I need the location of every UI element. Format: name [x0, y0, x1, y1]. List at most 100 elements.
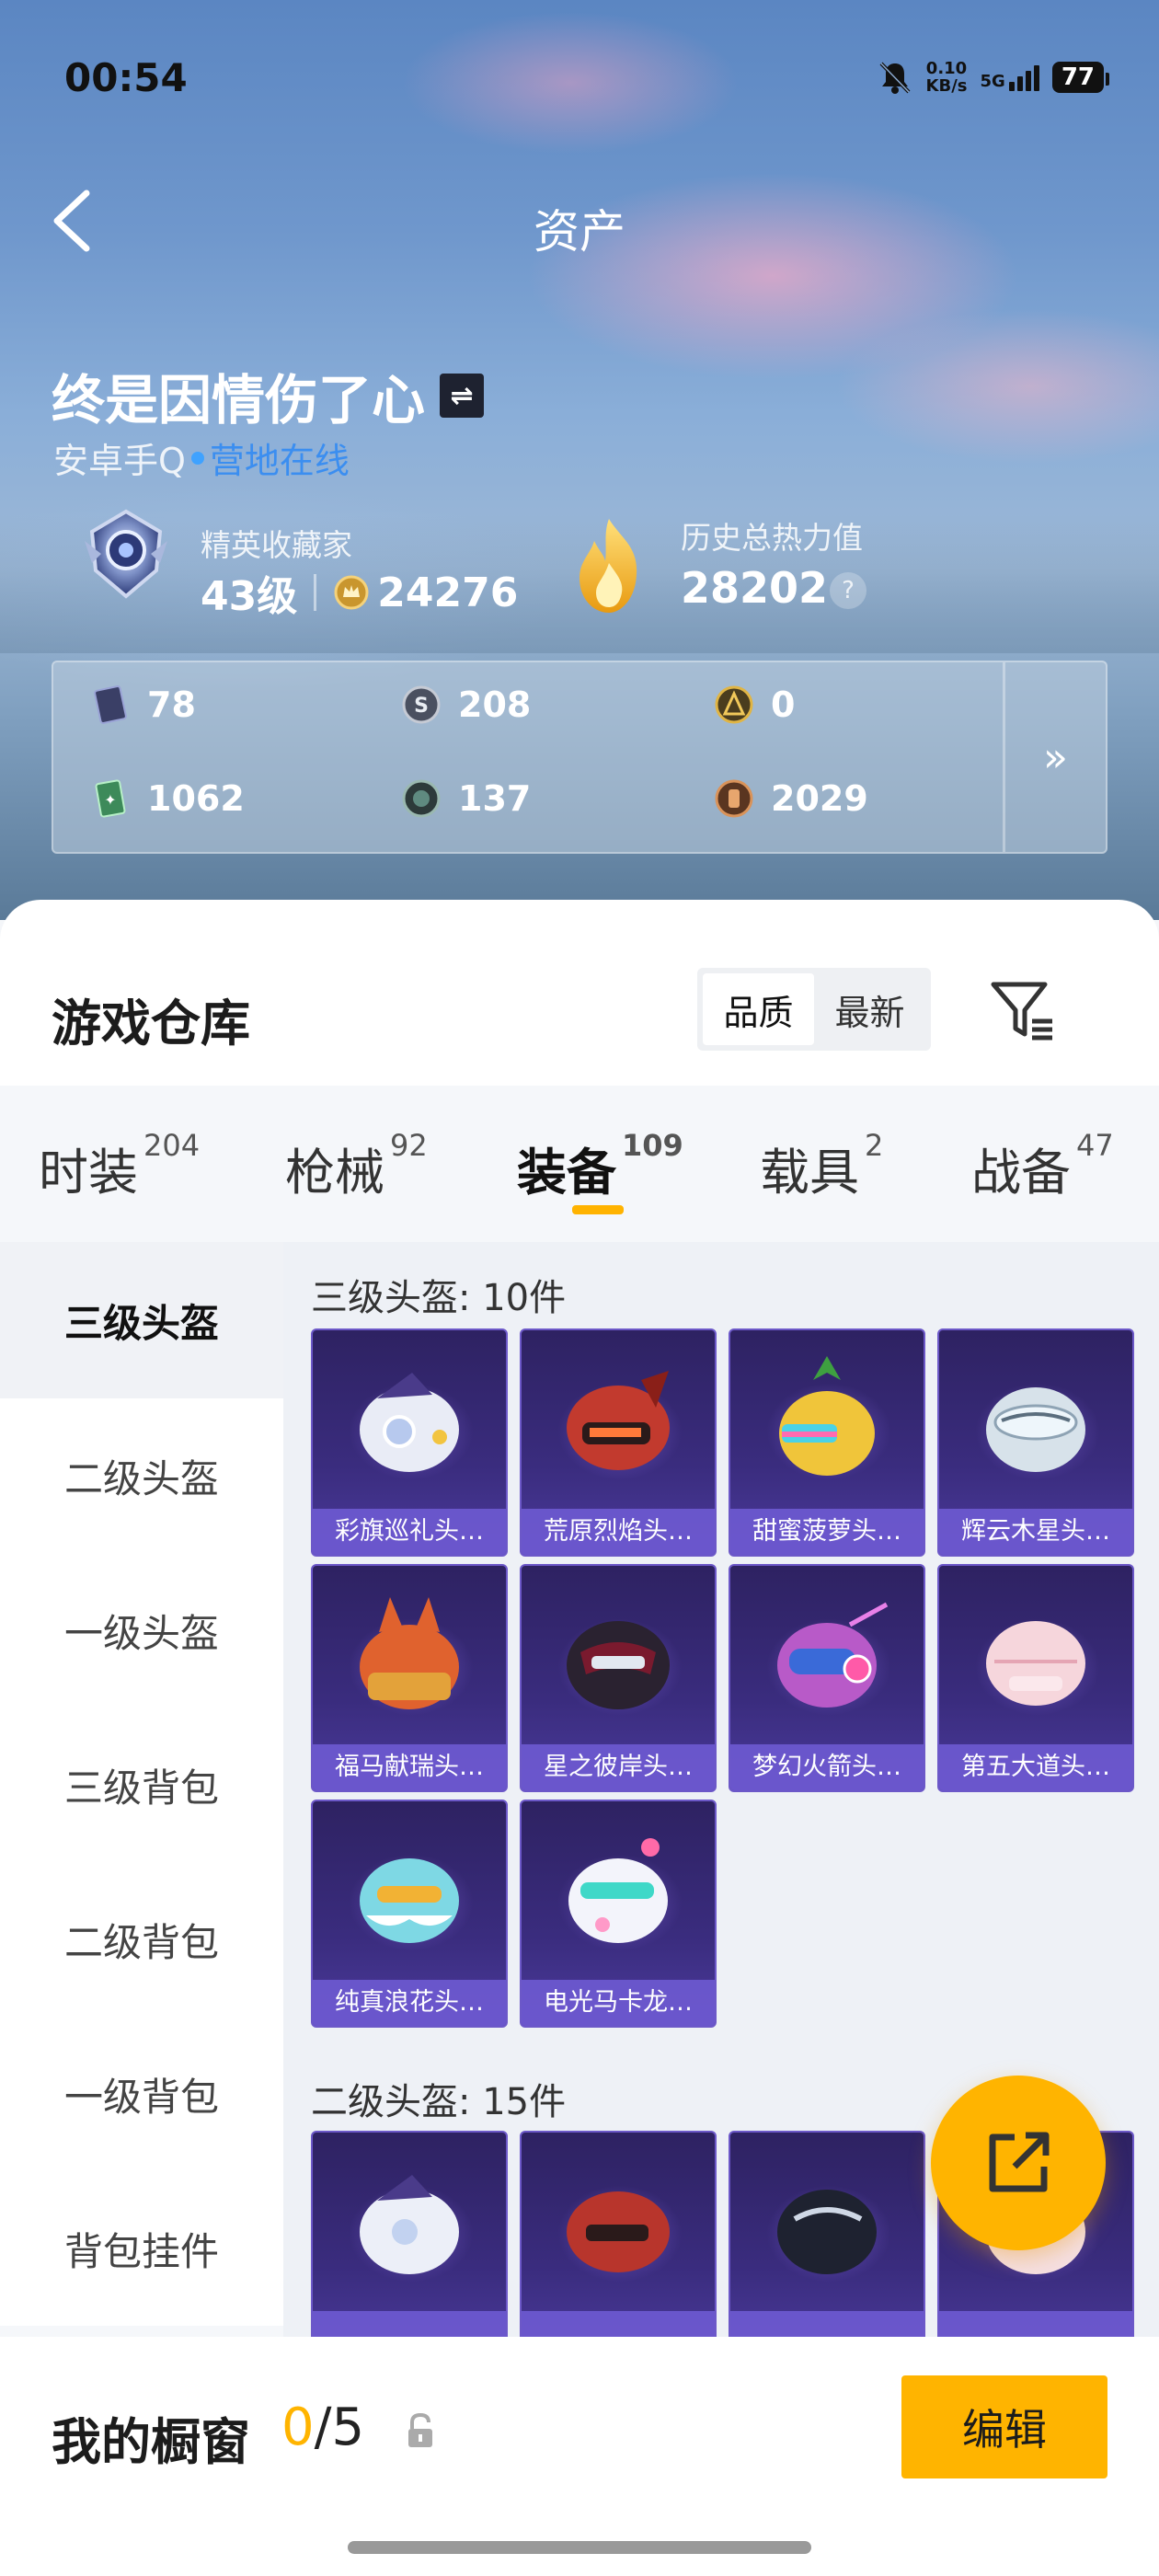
item-tile[interactable]: 彩旗巡礼头…	[311, 1328, 508, 1557]
item-name: 电光马卡龙…	[522, 1980, 715, 2026]
sidebar-item-level3-helmet[interactable]: 三级头盔	[0, 1242, 283, 1398]
user-name: 终是因情伤了心	[52, 369, 426, 431]
item-tile[interactable]: 电光马卡龙…	[520, 1800, 717, 2028]
item-tile[interactable]: 辉云木星头…	[937, 1328, 1134, 1557]
item-tile[interactable]	[520, 2131, 717, 2359]
item-tile[interactable]	[729, 2131, 925, 2359]
tab-equipment[interactable]: 装备 109	[517, 1128, 683, 1204]
silver-coin-icon: S	[402, 685, 441, 724]
sort-newest-button[interactable]: 最新	[814, 973, 925, 1045]
online-dot-icon	[190, 451, 204, 465]
item-name: 荒原烈焰头…	[522, 1509, 715, 1555]
sidebar-item-level3-backpack[interactable]: 三级背包	[0, 1708, 283, 1862]
helmet-icon	[986, 1387, 1085, 1472]
sidebar-item-backpack-pendant[interactable]: 背包挂件	[0, 2171, 283, 2326]
net-speed: 0.10 KB/s	[925, 59, 968, 96]
switch-account-icon[interactable]: ⇌	[440, 374, 485, 418]
status-bar: 00:54 0.10 KB/s 5G 77	[64, 55, 1110, 101]
item-tile[interactable]: 甜蜜菠萝头…	[729, 1328, 925, 1557]
active-tab-indicator	[572, 1205, 624, 1214]
sidebar-item-level2-helmet[interactable]: 二级头盔	[0, 1398, 283, 1553]
share-icon	[989, 2132, 1050, 2192]
helmet-icon	[986, 1621, 1085, 1706]
currency-item: 78	[90, 684, 196, 725]
mute-bell-icon	[879, 62, 910, 94]
rank-level: 43级	[201, 573, 298, 620]
helmet-icon	[360, 1597, 459, 1709]
warehouse-card: 游戏仓库 品质 最新 时装 204 枪械 92 装备 109 载具 2 战备 47 三级头…	[0, 900, 1159, 2576]
home-indicator[interactable]	[348, 2541, 811, 2554]
crown-coin-icon	[334, 575, 369, 610]
svg-text:✦: ✦	[104, 791, 116, 809]
helmet-icon	[779, 1356, 875, 1476]
divider	[314, 574, 317, 611]
sidebar-item-level1-backpack[interactable]: 一级背包	[0, 2017, 283, 2171]
item-tile[interactable]: 荒原烈焰头…	[520, 1328, 717, 1557]
item-tile[interactable]: 第五大道头…	[937, 1564, 1134, 1792]
category-tabs: 时装 204 枪械 92 装备 109 载具 2 战备 47	[0, 1086, 1159, 1242]
item-tile[interactable]: 梦幻火箭头…	[729, 1564, 925, 1792]
helmet-icon	[360, 1373, 459, 1472]
sort-quality-button[interactable]: 品质	[703, 973, 814, 1045]
section-title: 二级头盔: 15件	[311, 2081, 567, 2123]
item-tile[interactable]: 纯真浪花头…	[311, 1800, 508, 2028]
helmet-icon	[568, 1838, 668, 1943]
sidebar-item-level2-backpack[interactable]: 二级背包	[0, 1862, 283, 2017]
currency-item: 0	[714, 684, 795, 725]
helmet-icon	[567, 1621, 670, 1709]
signal: 5G	[981, 63, 1039, 91]
showcase-label: 我的橱窗	[52, 2413, 250, 2471]
rank-badge-icon	[85, 509, 167, 599]
lock-icon	[408, 2412, 432, 2447]
helmet-icon	[567, 1371, 670, 1470]
sort-toggle[interactable]: 品质 最新	[697, 968, 931, 1051]
battery-icon: 77	[1051, 62, 1110, 93]
help-icon[interactable]: ?	[830, 572, 866, 609]
user-subline: 安卓手Q 营地在线	[53, 432, 350, 483]
heat-title: 历史总热力值	[681, 520, 863, 556]
rank-level-row: 43级 24276	[201, 563, 518, 622]
item-grid: 三级头盔: 10件 彩旗巡礼头… 荒原烈焰头… 甜蜜菠萝头… 辉云木星头… 福马…	[283, 1242, 1159, 2438]
helmet-icon	[777, 1602, 889, 1708]
currency-more-button[interactable]: »	[1003, 662, 1106, 852]
item-name: 第五大道头…	[939, 1744, 1132, 1790]
tab-vehicles[interactable]: 载具 2	[760, 1128, 883, 1204]
svg-text:S: S	[414, 695, 429, 718]
tab-battle-gear[interactable]: 战备 47	[971, 1128, 1114, 1204]
collection-points: 24276	[377, 569, 519, 616]
currency-panel[interactable]: 78 S 208 0 ✦ 1062 137 2029 »	[52, 661, 1107, 854]
currency-item: S 208	[401, 684, 531, 725]
edit-button[interactable]: 编辑	[901, 2375, 1107, 2478]
user-name-row: 终是因情伤了心 ⇌	[52, 357, 485, 434]
category-sidebar: 三级头盔 二级头盔 一级头盔 三级背包 二级背包 一级背包 背包挂件	[0, 1242, 283, 2438]
bronze-coin-icon	[715, 779, 753, 818]
currency-item: 137	[401, 778, 531, 819]
tab-fashion[interactable]: 时装 204	[39, 1128, 200, 1204]
item-name: 彩旗巡礼头…	[313, 1509, 506, 1555]
helmet-icon	[360, 2175, 459, 2274]
section-title: 三级头盔: 10件	[311, 1277, 567, 1319]
card-icon	[94, 685, 127, 724]
item-name: 辉云木星头…	[939, 1509, 1132, 1555]
filter-icon[interactable]	[986, 973, 1060, 1047]
warehouse-title: 游戏仓库	[52, 995, 250, 1052]
item-name: 福马献瑞头…	[313, 1744, 506, 1790]
platform-label: 安卓手Q	[53, 441, 186, 481]
sidebar-item-level1-helmet[interactable]: 一级头盔	[0, 1553, 283, 1708]
showcase-count: 0/5	[281, 2398, 365, 2457]
item-tile[interactable]: 福马献瑞头…	[311, 1564, 508, 1792]
helmet-icon	[777, 2190, 877, 2274]
currency-item: ✦ 1062	[90, 778, 245, 819]
network-type: 5G	[980, 72, 1005, 91]
item-tile[interactable]	[311, 2131, 508, 2359]
helmet-icon	[360, 1858, 459, 1943]
currency-item: 2029	[714, 778, 868, 819]
heat-value: 28202	[681, 563, 829, 613]
online-status: 营地在线	[209, 441, 350, 481]
share-button[interactable]	[931, 2076, 1106, 2250]
gold-coin-icon	[715, 685, 753, 724]
status-time: 00:54	[64, 55, 188, 100]
tab-weapons[interactable]: 枪械 92	[285, 1128, 428, 1204]
rank-title: 精英收藏家	[201, 527, 352, 563]
item-tile[interactable]: 星之彼岸头…	[520, 1564, 717, 1792]
